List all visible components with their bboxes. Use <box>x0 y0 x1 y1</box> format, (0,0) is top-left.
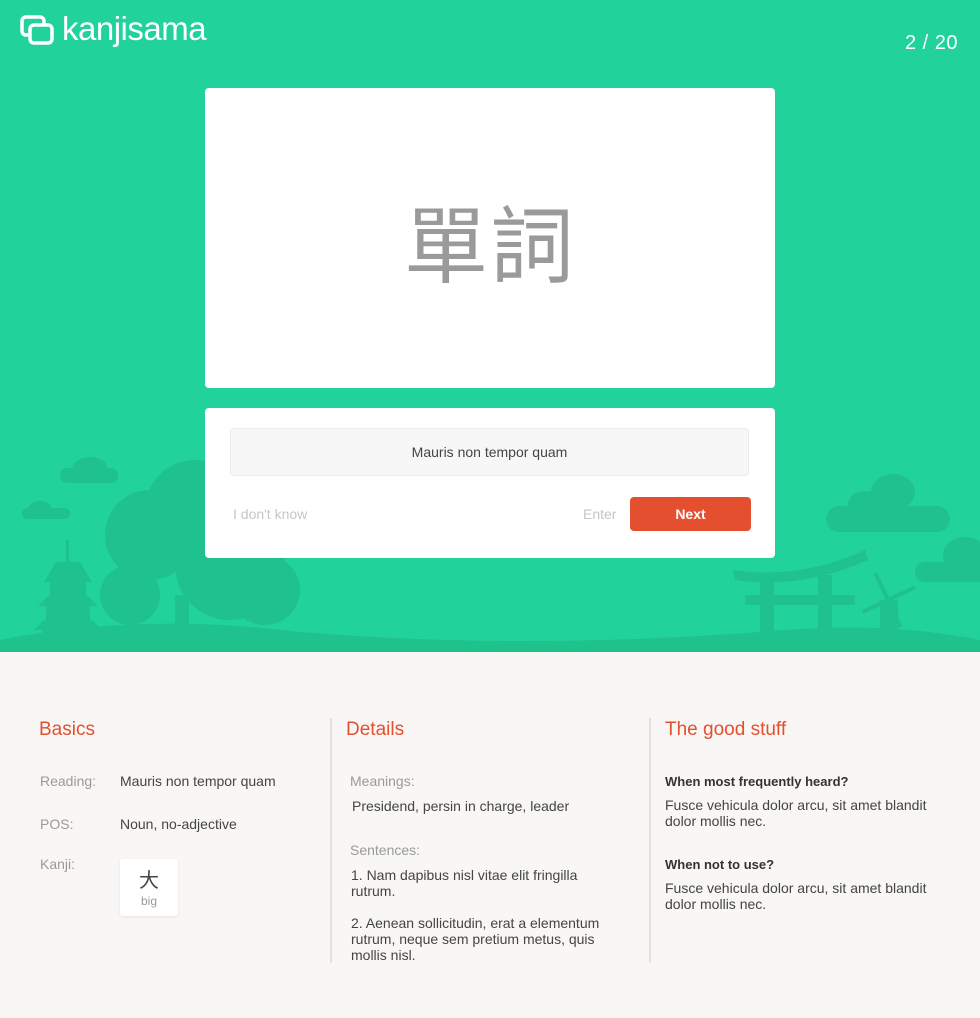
answer-text: Fusce vehicula dolor arcu, sit amet blan… <box>665 880 927 912</box>
pagoda-shape <box>66 540 69 562</box>
pos-label: POS: <box>40 816 74 832</box>
question-heading: When not to use? <box>665 857 775 872</box>
cloud-shape <box>22 508 70 519</box>
sentence-item: 2. Aenean sollicitudin, erat a elementum… <box>351 915 600 963</box>
chat-bubbles-icon <box>20 15 54 45</box>
cloud-shape <box>915 562 980 582</box>
pagoda-shape <box>50 582 86 596</box>
cloud-shape <box>60 468 118 483</box>
answer-text: Fusce vehicula dolor arcu, sit amet blan… <box>665 797 927 829</box>
details-title: Details <box>346 719 405 740</box>
column-divider <box>649 718 651 963</box>
progress-counter: 2 / 20 <box>904 32 958 54</box>
dont-know-link[interactable]: I don't know <box>233 506 307 522</box>
cloud-shape <box>826 506 950 532</box>
torii-shape <box>818 575 832 650</box>
torii-shape <box>760 580 774 650</box>
sentences-label: Sentences: <box>350 842 421 858</box>
basics-title: Basics <box>39 719 95 740</box>
answer-input[interactable] <box>230 428 749 476</box>
kanji-label: Kanji: <box>40 856 76 872</box>
good-stuff-title: The good stuff <box>665 719 787 740</box>
pagoda-shape <box>38 596 98 606</box>
reading-value: Mauris non tempor quam <box>120 773 276 789</box>
column-divider <box>330 718 332 963</box>
question-heading: When most frequently heard? <box>665 774 849 789</box>
flashcard: 單詞 <box>205 88 775 388</box>
kanji-chip[interactable]: 大 big <box>120 859 178 916</box>
hill-shape <box>0 623 980 652</box>
kanji-meaning: big <box>140 894 157 908</box>
app-logo[interactable]: kanjisama <box>20 10 207 48</box>
tree-trunk <box>175 595 189 640</box>
enter-hint: Enter <box>583 506 617 522</box>
pagoda-shape <box>44 562 92 582</box>
pagoda-shape <box>42 630 94 644</box>
hero-section: kanjisama 2 / 20 單詞 I don't know Enter N… <box>0 0 980 652</box>
pagoda-shape <box>46 606 90 620</box>
reading-label: Reading: <box>40 773 97 789</box>
next-button[interactable]: Next <box>630 497 751 531</box>
flashcard-word: 單詞 <box>403 197 576 296</box>
meanings-value: Presidend, persin in charge, leader <box>352 798 570 814</box>
tree-shape <box>230 555 300 625</box>
answer-panel: I don't know Enter Next <box>205 408 775 558</box>
tree-shape <box>100 565 160 625</box>
kanji-char: 大 <box>139 868 159 892</box>
meanings-label: Meanings: <box>350 773 415 789</box>
pos-value: Noun, no-adjective <box>120 816 237 832</box>
app-name: kanjisama <box>62 10 207 47</box>
pagoda-shape <box>34 620 102 630</box>
sentence-item: 1. Nam dapibus nisl vitae elit fringilla… <box>351 867 578 899</box>
